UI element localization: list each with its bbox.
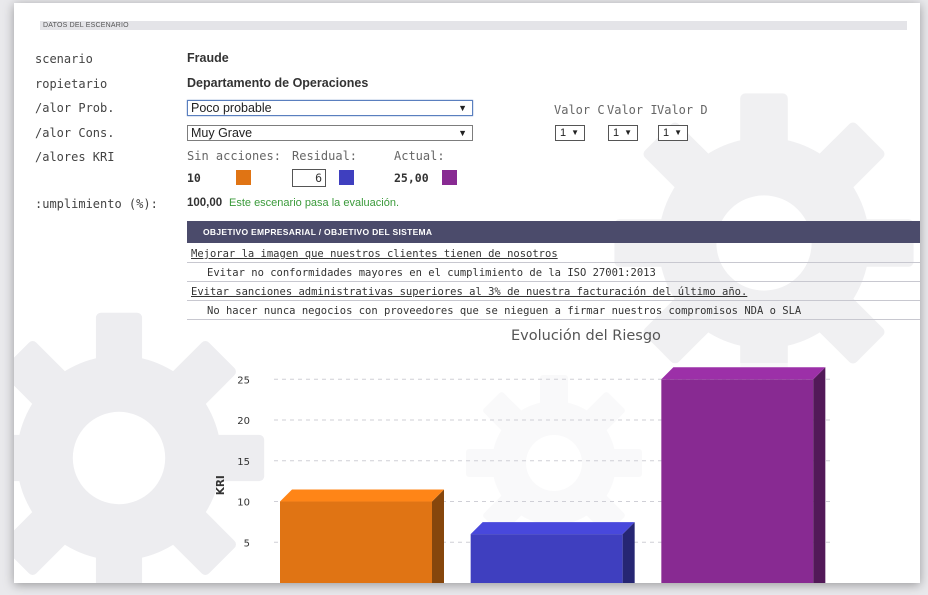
chevron-down-icon: ▼ xyxy=(624,128,632,137)
bar[interactable] xyxy=(470,534,623,583)
objective-row: Evitar no conformidades mayores en el cu… xyxy=(187,264,920,282)
objective-row[interactable]: Evitar sanciones administrativas superio… xyxy=(187,283,920,301)
bar[interactable] xyxy=(280,501,432,583)
residual-swatch xyxy=(339,170,354,185)
residual-label: Residual: xyxy=(292,149,358,163)
gear-watermark-right-icon xyxy=(614,93,914,393)
valor-i-select[interactable]: 1 ▼ xyxy=(608,125,638,141)
actual-value: 25,00 xyxy=(394,171,429,185)
residual-input[interactable]: 6 xyxy=(292,169,326,187)
propietario-label: ropietario xyxy=(35,77,108,91)
valor-c-select[interactable]: 1 ▼ xyxy=(555,125,585,141)
chevron-down-icon: ▼ xyxy=(674,128,682,137)
bar-side xyxy=(813,367,826,583)
section-title: DATOS DEL ESCENARIO xyxy=(40,21,907,30)
actual-label: Actual: xyxy=(394,149,445,163)
y-axis-label: KRI xyxy=(215,475,227,495)
objective-row: No hacer nunca negocios con proveedores … xyxy=(187,302,920,320)
sin-acciones-value: 10 xyxy=(187,171,201,185)
objective-row[interactable]: Mejorar la imagen que nuestros clientes … xyxy=(187,245,920,263)
valor-d-select[interactable]: 1 ▼ xyxy=(658,125,688,141)
objectives-table-header: OBJETIVO EMPRESARIAL / OBJETIVO DEL SIST… xyxy=(187,221,920,243)
actual-swatch xyxy=(442,170,457,185)
valor-prob-selected: Poco probable xyxy=(191,101,272,115)
chevron-down-icon: ▼ xyxy=(571,128,579,137)
propietario-value: Departamento de Operaciones xyxy=(187,76,369,90)
valor-c-selected: 1 xyxy=(560,127,567,139)
cumplimiento-value: 100,00 xyxy=(187,197,223,209)
valor-cons-label: /alor Cons. xyxy=(35,126,115,140)
y-tick-label: 25 xyxy=(237,375,250,386)
bar-top xyxy=(470,522,635,535)
escenario-value: Fraude xyxy=(187,51,229,65)
cumplimiento-message: Este escenario pasa la evaluación. xyxy=(229,197,399,209)
valor-c-label: Valor C xyxy=(554,103,605,117)
valor-prob-select[interactable]: Poco probable ▼ xyxy=(187,100,473,116)
valor-i-selected: 1 xyxy=(613,127,620,139)
bar-side xyxy=(432,489,444,583)
escenario-label: scenario xyxy=(35,52,93,66)
valor-d-label: Valor D xyxy=(657,103,708,117)
y-tick-label: 10 xyxy=(237,498,250,509)
sin-acciones-label: Sin acciones: xyxy=(187,149,281,163)
bar[interactable] xyxy=(661,379,814,583)
y-tick-label: 5 xyxy=(244,538,250,549)
chart-title: Evolución del Riesgo xyxy=(511,328,661,344)
y-tick-label: 15 xyxy=(237,457,250,468)
bar-top xyxy=(661,367,826,380)
valor-d-selected: 1 xyxy=(663,127,670,139)
valor-cons-select[interactable]: Muy Grave ▼ xyxy=(187,125,473,141)
cumplimiento-label: :umplimiento (%): xyxy=(35,197,158,211)
y-tick-label: 20 xyxy=(237,416,250,427)
valor-prob-label: /alor Prob. xyxy=(35,101,115,115)
bar-top xyxy=(280,489,444,502)
sin-acciones-swatch xyxy=(236,170,251,185)
valores-kri-label: /alores KRI xyxy=(35,150,115,164)
chevron-down-icon: ▼ xyxy=(458,103,467,113)
risk-evolution-chart: 5 10 15 20 25 KRI xyxy=(215,363,834,583)
chevron-down-icon: ▼ xyxy=(458,128,467,138)
valor-i-label: Valor I xyxy=(607,103,658,117)
scenario-panel: DATOS DEL ESCENARIO scenario ropietario … xyxy=(14,3,920,583)
valor-cons-selected: Muy Grave xyxy=(191,126,253,140)
